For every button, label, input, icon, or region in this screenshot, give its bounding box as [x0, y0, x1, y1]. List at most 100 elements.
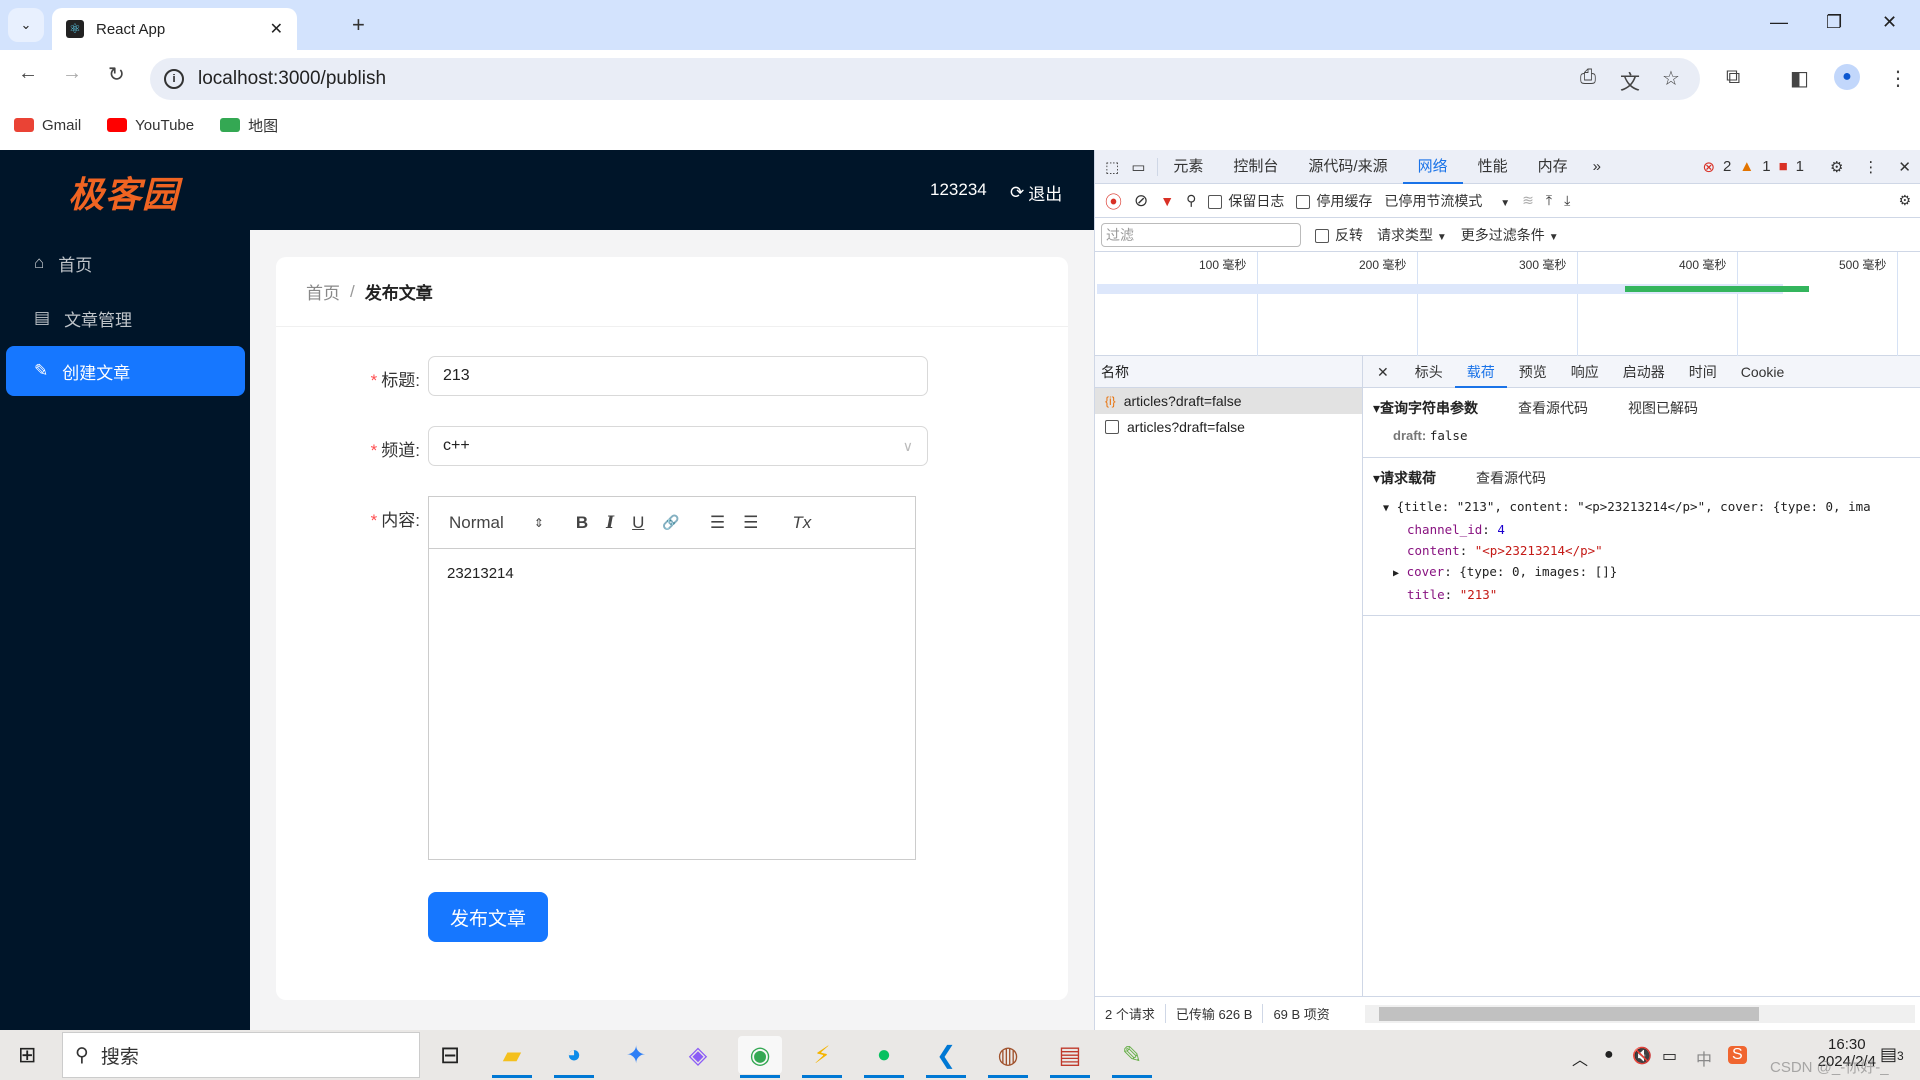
extensions-icon[interactable]: ⧉ — [1726, 66, 1740, 89]
photos-app-icon[interactable]: ◍ — [986, 1036, 1030, 1078]
close-devtools-icon[interactable]: ✕ — [1898, 158, 1911, 176]
editor-content[interactable]: 23213214 — [429, 549, 915, 598]
cover-toggle[interactable]: ▶ cover: {type: 0, images: []} — [1373, 561, 1911, 584]
tray-overflow-icon[interactable]: ︿ — [1572, 1046, 1588, 1070]
tab-cookies[interactable]: Cookie — [1729, 356, 1797, 388]
header-select[interactable]: Normal — [449, 513, 504, 533]
horizontal-scrollbar[interactable] — [1365, 1005, 1915, 1023]
feishu-icon[interactable]: ✦ — [614, 1036, 658, 1074]
name-column-header[interactable]: 名称 — [1095, 356, 1362, 388]
filter-icon[interactable]: ▼ — [1160, 193, 1174, 209]
install-app-icon[interactable]: ⎙ — [1580, 66, 1596, 89]
close-detail-icon[interactable]: ✕ — [1363, 356, 1403, 388]
clean-format-button[interactable]: Tx — [792, 513, 811, 533]
tab-headers[interactable]: 标头 — [1403, 356, 1455, 388]
record-icon[interactable]: ⦿ — [1105, 188, 1122, 213]
reload-icon[interactable]: ↻ — [108, 62, 125, 87]
italic-button[interactable]: I — [606, 513, 614, 533]
side-panel-icon[interactable]: ◧ — [1790, 66, 1809, 91]
view-source-link[interactable]: 查看源代码 — [1518, 398, 1588, 418]
channel-select[interactable]: c++ ∨ — [428, 426, 928, 466]
browser-tab[interactable]: ⚛ React App ✕ — [52, 8, 297, 50]
tab-memory[interactable]: 内存 — [1523, 150, 1583, 184]
filter-input[interactable]: 过滤 — [1101, 222, 1301, 247]
request-type-select[interactable]: 请求类型 ▼ — [1377, 225, 1447, 245]
site-info-icon[interactable]: i — [164, 69, 184, 89]
close-tab-icon[interactable]: ✕ — [270, 19, 283, 39]
network-conditions-icon[interactable]: ≋ — [1522, 192, 1534, 209]
bold-button[interactable]: B — [576, 513, 588, 533]
disable-cache-checkbox[interactable]: 停用缓存 — [1296, 191, 1372, 211]
wechat-icon[interactable]: ● — [862, 1036, 906, 1078]
underline-button[interactable]: U — [632, 513, 644, 533]
tab-elements[interactable]: 元素 — [1158, 150, 1218, 184]
settings-gear-icon[interactable]: ⚙ — [1830, 158, 1843, 176]
view-decoded-link[interactable]: 视图已解码 — [1628, 398, 1698, 418]
new-tab-button[interactable]: + — [352, 12, 365, 38]
tab-search-button[interactable]: ⌄ — [8, 8, 44, 42]
clear-icon[interactable]: ⊘ — [1134, 191, 1148, 211]
tab-payload[interactable]: 载荷 — [1454, 356, 1507, 388]
task-view-icon[interactable]: ⊟ — [428, 1036, 472, 1074]
ime-indicator[interactable]: 中 — [1696, 1046, 1712, 1070]
import-har-icon[interactable]: ⤒ — [1546, 192, 1552, 209]
copilot-icon[interactable]: ◈ — [676, 1036, 720, 1074]
device-toolbar-icon[interactable]: ▭ — [1125, 157, 1159, 176]
bookmark-maps[interactable]: 地图 — [220, 115, 278, 136]
ordered-list-button[interactable]: ☰ — [710, 513, 725, 533]
more-filters-select[interactable]: 更多过滤条件 ▼ — [1461, 225, 1559, 245]
back-icon[interactable]: ← — [18, 62, 38, 85]
search-icon[interactable]: ⚲ — [1186, 192, 1196, 209]
winrar-icon[interactable]: ▤ — [1048, 1036, 1092, 1078]
sidebar-item-home[interactable]: ⌂ 首页 — [6, 238, 245, 288]
tab-network[interactable]: 网络 — [1402, 150, 1463, 184]
tab-console[interactable]: 控制台 — [1218, 150, 1293, 184]
issue-count[interactable]: 1 — [1796, 158, 1804, 175]
payload-view-source-link[interactable]: 查看源代码 — [1476, 468, 1546, 488]
request-row[interactable]: {i} articles?draft=false — [1095, 388, 1362, 414]
bookmark-youtube[interactable]: YouTube — [107, 117, 194, 134]
vscode-icon[interactable]: ❮ — [924, 1036, 968, 1078]
bookmark-gmail[interactable]: Gmail — [14, 117, 81, 134]
invert-checkbox[interactable]: 反转 — [1315, 225, 1363, 245]
bullet-list-button[interactable]: ☰ — [743, 513, 758, 533]
preserve-log-checkbox[interactable]: 保留日志 — [1208, 191, 1284, 211]
minimize-icon[interactable]: — — [1770, 12, 1788, 33]
payload-toggle[interactable]: ▾请求载荷 — [1373, 468, 1436, 488]
link-button[interactable]: 🔗 — [662, 514, 679, 531]
request-row[interactable]: articles?draft=false — [1095, 414, 1362, 440]
publish-button[interactable]: 发布文章 — [428, 892, 548, 942]
more-menu-icon[interactable]: ⋮ — [1888, 66, 1908, 91]
qq-icon[interactable]: ● — [1604, 1046, 1614, 1064]
taskbar-search[interactable]: ⚲ 搜索 — [62, 1032, 420, 1078]
network-settings-icon[interactable]: ⚙ — [1898, 192, 1920, 209]
sogou-icon[interactable]: S — [1728, 1046, 1747, 1064]
file-explorer-icon[interactable]: ▰ — [490, 1036, 534, 1078]
bookmark-star-icon[interactable]: ☆ — [1662, 66, 1680, 91]
export-har-icon[interactable]: ⤓ — [1564, 192, 1570, 209]
throttling-select[interactable]: 已停用节流模式 ▼ — [1384, 191, 1510, 211]
payload-summary[interactable]: ▼ {title: "213", content: "<p>23213214</… — [1373, 496, 1911, 519]
tab-preview[interactable]: 预览 — [1507, 356, 1559, 388]
title-input[interactable]: 213 — [428, 356, 928, 396]
tab-initiator[interactable]: 启动器 — [1611, 356, 1677, 388]
volume-muted-icon[interactable]: 🔇 — [1632, 1046, 1652, 1066]
close-window-icon[interactable]: ✕ — [1882, 12, 1897, 33]
thunder-icon[interactable]: ⚡ — [800, 1036, 844, 1078]
logout-button[interactable]: ⟳ 退出 — [1010, 180, 1062, 205]
chrome-icon[interactable]: ◉ — [738, 1036, 782, 1078]
notification-icon[interactable]: ▤3 — [1880, 1044, 1904, 1065]
translate-icon[interactable]: 文 — [1620, 66, 1640, 95]
waterfall-bar[interactable] — [1625, 286, 1809, 292]
devtools-menu-icon[interactable]: ⋮ — [1863, 158, 1878, 176]
tab-performance[interactable]: 性能 — [1463, 150, 1523, 184]
network-overview[interactable]: 100 毫秒 200 毫秒 300 毫秒 400 毫秒 500 毫秒 — [1095, 252, 1920, 356]
sidebar-item-articles[interactable]: ▤ 文章管理 — [6, 293, 245, 343]
restore-icon[interactable]: ❐ — [1826, 12, 1842, 33]
query-params-toggle[interactable]: ▾查询字符串参数 — [1373, 398, 1478, 418]
notepad-plus-icon[interactable]: ✎ — [1110, 1036, 1154, 1078]
sidebar-item-create-article[interactable]: ✎ 创建文章 — [6, 346, 245, 396]
forward-icon[interactable]: → — [62, 62, 82, 85]
windows-start-icon[interactable]: ⊞ — [18, 1042, 36, 1068]
inspect-element-icon[interactable]: ⬚ — [1095, 158, 1125, 176]
